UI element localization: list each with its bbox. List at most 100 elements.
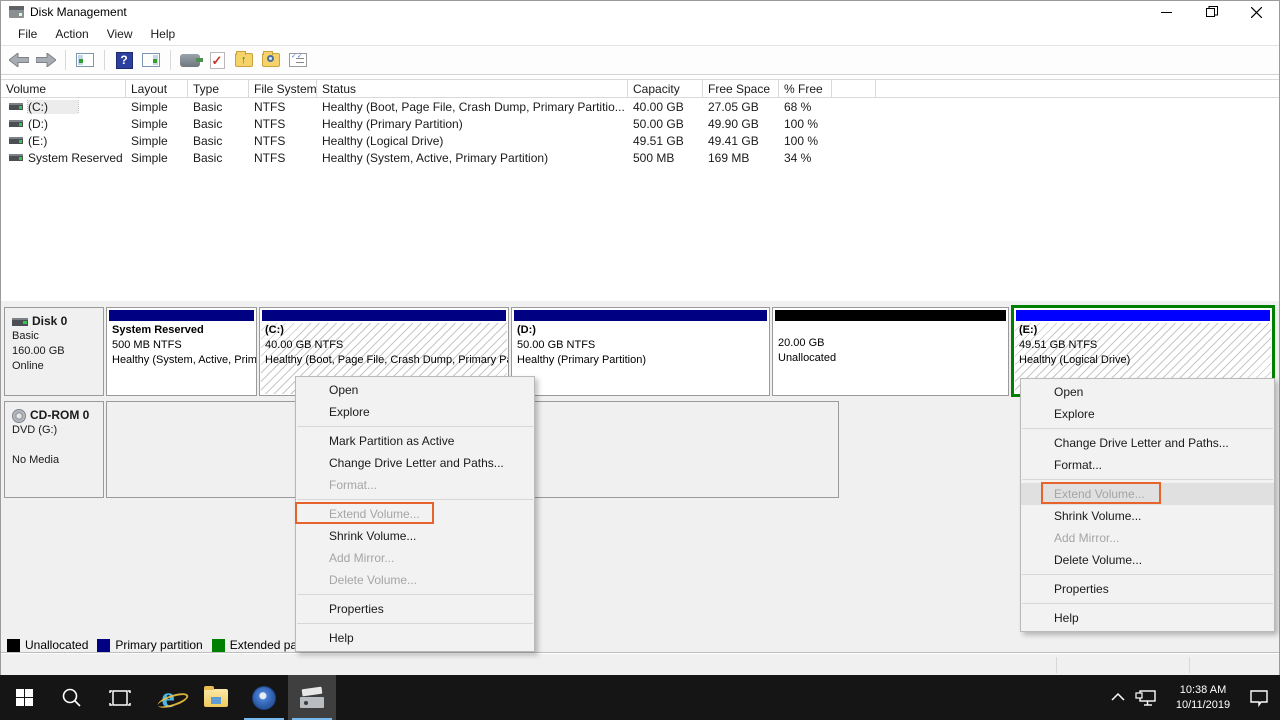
menu-item-properties[interactable]: Properties (296, 598, 534, 620)
cell-capacity: 49.51 GB (628, 134, 703, 148)
menu-item-shrink-volume[interactable]: Shrink Volume... (296, 525, 534, 547)
partition-status: Healthy (Primary Partition) (512, 353, 769, 368)
table-row-e[interactable]: (E:) Simple Basic NTFS Healthy (Logical … (1, 132, 1279, 149)
menu-item-properties[interactable]: Properties (1021, 578, 1274, 600)
col-type[interactable]: Type (188, 80, 249, 97)
cell-capacity: 50.00 GB (628, 117, 703, 131)
status-bar (1, 654, 1279, 676)
table-row-system-reserved[interactable]: System Reserved Simple Basic NTFS Health… (1, 149, 1279, 166)
table-row-c[interactable]: (C:) Simple Basic NTFS Healthy (Boot, Pa… (1, 98, 1279, 115)
col-free-space[interactable]: Free Space (703, 80, 779, 97)
task-view-button[interactable] (96, 675, 144, 720)
menu-separator (297, 426, 533, 427)
context-menu-c: Open Explore Mark Partition as Active Ch… (295, 376, 535, 652)
refresh-folder-icon[interactable]: ↑ (233, 49, 255, 71)
menu-item-format[interactable]: Format... (1021, 454, 1274, 476)
menu-item-open[interactable]: Open (296, 379, 534, 401)
restore-button[interactable] (1189, 1, 1234, 23)
cdrom-label-panel[interactable]: CD-ROM 0 DVD (G:) No Media (4, 401, 104, 498)
partition-d[interactable]: (D:) 50.00 GB NTFS Healthy (Primary Part… (511, 307, 770, 396)
partition-color-bar (775, 310, 1006, 321)
forward-icon[interactable] (35, 49, 57, 71)
action-pane-icon[interactable] (140, 49, 162, 71)
menu-item-change-drive-letter[interactable]: Change Drive Letter and Paths... (296, 452, 534, 474)
disk-tool-icon (252, 686, 276, 710)
check-disk-icon[interactable]: ✓ (206, 49, 228, 71)
internet-explorer-button[interactable]: e (144, 675, 192, 720)
partition-name: (E:) (1014, 323, 1272, 338)
menu-item-shrink-volume[interactable]: Shrink Volume... (1021, 505, 1274, 527)
menu-item-change-drive-letter[interactable]: Change Drive Letter and Paths... (1021, 432, 1274, 454)
back-icon[interactable] (8, 49, 30, 71)
legend-swatch (212, 639, 225, 652)
cell-type: Basic (188, 134, 249, 148)
clock-time: 10:38 AM (1166, 683, 1240, 698)
menu-separator (297, 499, 533, 500)
col-layout[interactable]: Layout (126, 80, 188, 97)
app-icon (9, 6, 24, 18)
toolbar-separator (170, 50, 171, 70)
col-blank (832, 80, 876, 97)
menu-help[interactable]: Help (142, 24, 185, 44)
properties-tool-icon[interactable] (179, 49, 201, 71)
cell-free: 169 MB (703, 151, 779, 165)
col-capacity[interactable]: Capacity (628, 80, 703, 97)
cell-fs: NTFS (249, 100, 317, 114)
cell-layout: Simple (126, 100, 188, 114)
menu-item-explore[interactable]: Explore (296, 401, 534, 423)
partition-status: Healthy (Logical Drive) (1014, 353, 1272, 368)
task-list-icon[interactable] (287, 49, 309, 71)
minimize-button[interactable] (1144, 1, 1189, 23)
partition-name: (D:) (512, 323, 769, 338)
partition-name: System Reserved (107, 323, 256, 338)
menu-item-delete-volume: Delete Volume... (296, 569, 534, 591)
disk-tool-button[interactable] (240, 675, 288, 720)
partition-system-reserved[interactable]: System Reserved 500 MB NTFS Healthy (Sys… (106, 307, 257, 396)
start-button[interactable] (0, 675, 48, 720)
close-button[interactable] (1234, 1, 1279, 23)
menu-view[interactable]: View (98, 24, 142, 44)
taskbar-clock[interactable]: 10:38 AM 10/11/2019 (1166, 683, 1240, 713)
file-explorer-button[interactable] (192, 675, 240, 720)
menu-separator (1022, 428, 1273, 429)
volume-name: (C:) (28, 100, 78, 114)
menu-item-open[interactable]: Open (1021, 381, 1274, 403)
col-pct-free[interactable]: % Free (779, 80, 832, 97)
partition-unallocated[interactable]: 20.00 GB Unallocated (772, 307, 1009, 396)
cell-layout: Simple (126, 117, 188, 131)
console-tree-icon[interactable] (74, 49, 96, 71)
action-center-icon[interactable] (1248, 688, 1270, 708)
menu-item-explore[interactable]: Explore (1021, 403, 1274, 425)
disk0-name: Disk 0 (32, 314, 67, 329)
cdrom-media: No Media (12, 453, 103, 468)
menu-item-add-mirror: Add Mirror... (296, 547, 534, 569)
cell-fs: NTFS (249, 117, 317, 131)
cell-fs: NTFS (249, 134, 317, 148)
network-icon[interactable] (1134, 688, 1158, 708)
partition-name: (C:) (260, 323, 508, 338)
volume-icon (9, 137, 23, 144)
find-folder-icon[interactable] (260, 49, 282, 71)
disk0-label-panel[interactable]: Disk 0 Basic 160.00 GB Online (4, 307, 104, 396)
table-row-d[interactable]: (D:) Simple Basic NTFS Healthy (Primary … (1, 115, 1279, 132)
menu-item-help[interactable]: Help (296, 627, 534, 649)
col-status[interactable]: Status (317, 80, 628, 97)
menu-item-delete-volume[interactable]: Delete Volume... (1021, 549, 1274, 571)
menu-item-help[interactable]: Help (1021, 607, 1274, 629)
disk0-size: 160.00 GB (12, 344, 103, 359)
help-icon[interactable]: ? (113, 49, 135, 71)
disk-management-taskbar-button[interactable] (288, 675, 336, 720)
disk0-type: Basic (12, 329, 103, 344)
menu-file[interactable]: File (9, 24, 46, 44)
col-volume[interactable]: Volume (1, 80, 126, 97)
tray-chevron-icon[interactable] (1110, 692, 1126, 704)
menu-action[interactable]: Action (46, 24, 97, 44)
col-file-system[interactable]: File System (249, 80, 317, 97)
menu-separator (1022, 603, 1273, 604)
cell-pct: 34 % (779, 151, 832, 165)
legend-label: Primary partition (115, 638, 202, 652)
taskbar-search-button[interactable] (48, 675, 96, 720)
cdrom-icon (12, 409, 26, 423)
menu-item-mark-partition-active[interactable]: Mark Partition as Active (296, 430, 534, 452)
system-tray: 10:38 AM 10/11/2019 (1110, 675, 1280, 720)
